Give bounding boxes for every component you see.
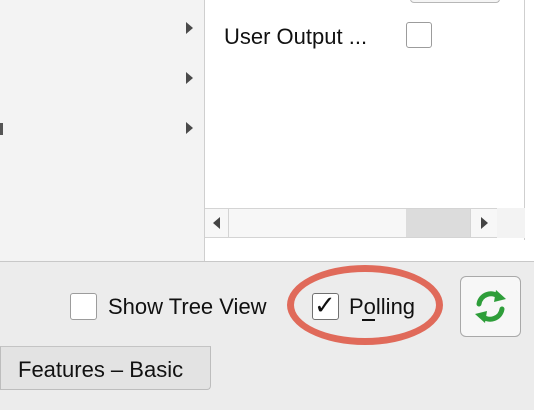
feature-tree-pane xyxy=(0,0,204,262)
highlight-annotation-circle xyxy=(287,265,443,345)
scroll-left-icon xyxy=(213,217,220,229)
submenu-arrow-icon[interactable] xyxy=(186,22,193,34)
scroll-right-icon xyxy=(481,217,488,229)
user-output-checkbox[interactable] xyxy=(406,22,432,48)
submenu-arrow-icon[interactable] xyxy=(186,122,193,134)
top-control-edge[interactable] xyxy=(410,0,500,3)
user-output-label: User Output ... xyxy=(224,24,368,49)
scrollbar-thumb[interactable] xyxy=(406,209,470,237)
tab-features-basic-label[interactable]: Features – Basic xyxy=(18,357,183,383)
refresh-button[interactable] xyxy=(460,276,521,337)
scroll-left-button[interactable] xyxy=(205,208,229,238)
submenu-arrow-icon[interactable] xyxy=(186,72,193,84)
show-tree-view-checkbox[interactable] xyxy=(70,293,97,320)
tree-item-stub xyxy=(0,123,3,135)
scroll-right-button[interactable] xyxy=(470,208,497,238)
show-tree-view-label[interactable]: Show Tree View xyxy=(108,294,267,320)
scrollbar-corner xyxy=(497,208,525,238)
refresh-icon xyxy=(475,290,506,323)
content-bottom-border xyxy=(0,261,534,262)
